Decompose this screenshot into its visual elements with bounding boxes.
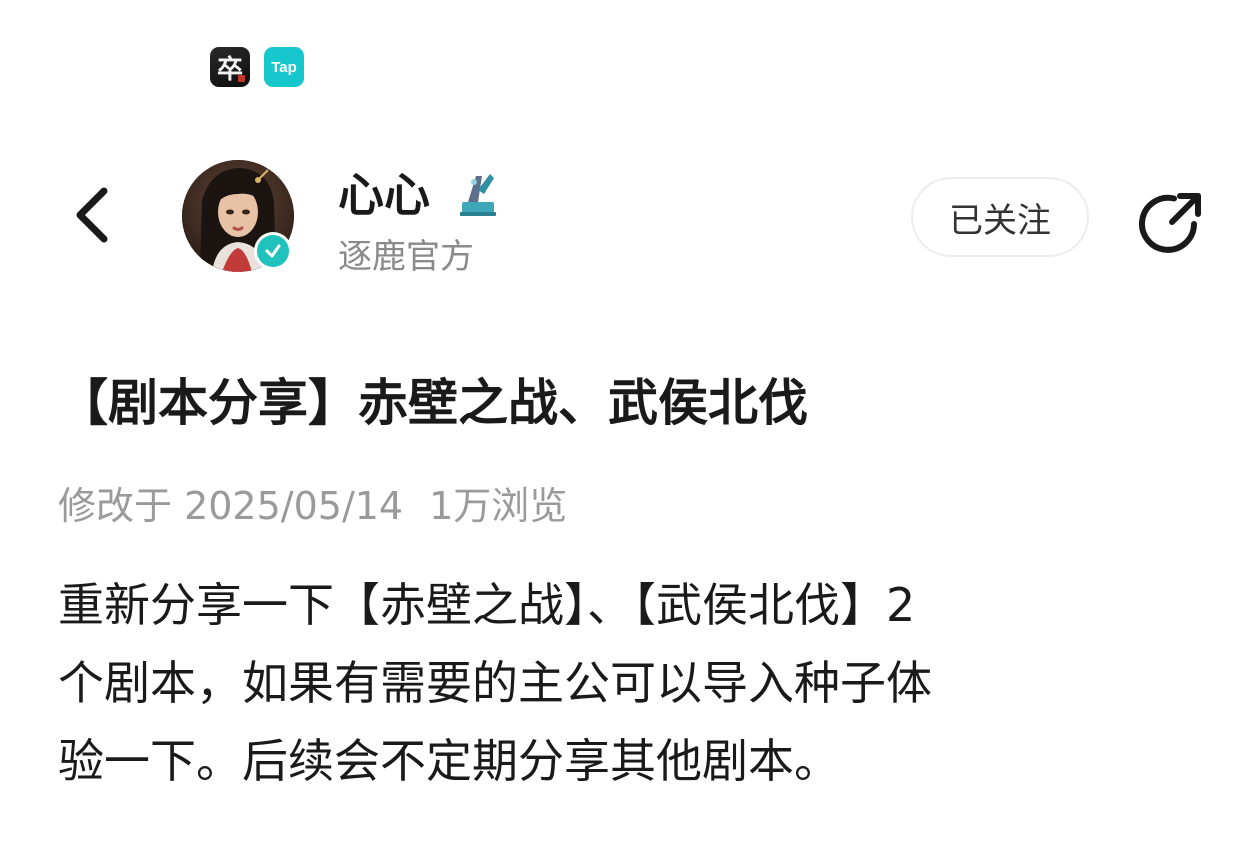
share-icon [1139,193,1201,253]
back-button[interactable] [62,180,122,250]
author-name[interactable]: 心心 [338,165,430,225]
view-count: 1万浏览 [429,484,568,528]
modified-date: 修改于 2025/05/14 [58,484,404,528]
taptap-app-icon: Tap [264,47,304,87]
post-detail-page: 卒 Tap 心心 逐鹿官方 已关注 【剧本分享】赤壁之战、武侯北伐 修改于 20… [0,0,1260,860]
taptap-app-label: Tap [271,58,297,76]
author-subtitle: 逐鹿官方 [338,237,474,277]
follow-button[interactable]: 已关注 [911,177,1089,257]
post-body-line: 重新分享一下【赤壁之战】、【武侯北伐】2 [58,578,916,632]
seal-mark [238,75,245,82]
level-badge-icon [456,168,500,222]
check-icon [265,244,281,258]
verified-badge [254,232,292,270]
status-bar-app-icons: 卒 Tap [210,47,304,87]
post-body-line: 个剧本，如果有需要的主公可以导入种子体 [58,656,932,710]
post-body: 重新分享一下【赤壁之战】、【武侯北伐】2 个剧本，如果有需要的主公可以导入种子体… [58,566,1208,800]
game-app-icon: 卒 [210,47,250,87]
chevron-left-icon [76,187,108,243]
post-meta: 修改于 2025/05/14 1万浏览 [58,478,567,534]
share-button[interactable] [1128,182,1212,266]
post-body-line: 验一下。后续会不定期分享其他剧本。 [58,734,840,788]
post-title: 【剧本分享】赤壁之战、武侯北伐 [58,374,808,432]
author-avatar[interactable] [182,160,294,272]
